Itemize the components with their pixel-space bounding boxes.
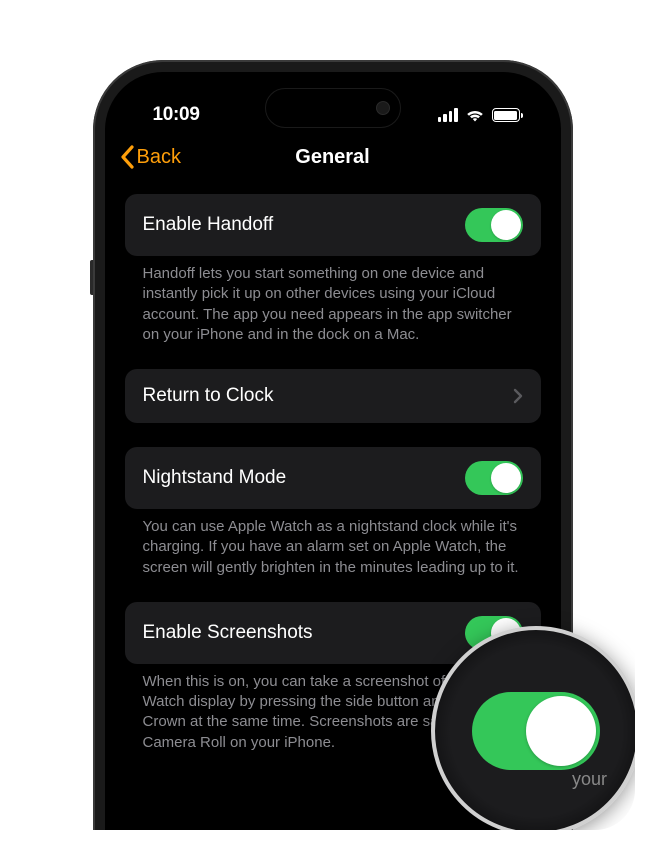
wifi-icon xyxy=(465,108,485,122)
cell-label: Enable Handoff xyxy=(143,214,274,236)
nightstand-toggle[interactable] xyxy=(465,461,523,495)
magnified-toggle-icon xyxy=(472,692,600,770)
front-camera-icon xyxy=(376,101,390,115)
cell-label: Nightstand Mode xyxy=(143,467,287,489)
status-icons xyxy=(438,108,523,122)
status-time: 10:09 xyxy=(153,104,200,126)
nav-bar: Back General xyxy=(105,136,561,184)
handoff-footer: Handoff lets you start something on one … xyxy=(125,256,541,369)
back-button[interactable]: Back xyxy=(119,145,181,169)
cellular-signal-icon xyxy=(438,108,458,122)
handoff-toggle[interactable] xyxy=(465,208,523,242)
nightstand-mode-cell[interactable]: Nightstand Mode xyxy=(125,447,541,509)
cell-label: Return to Clock xyxy=(143,385,274,407)
dynamic-island xyxy=(265,88,401,128)
magnified-text-fragment: your xyxy=(572,769,607,790)
page-title: General xyxy=(295,146,369,169)
chevron-right-icon xyxy=(513,388,523,404)
return-clock-footer xyxy=(125,423,541,447)
enable-handoff-cell[interactable]: Enable Handoff xyxy=(125,194,541,256)
return-to-clock-cell[interactable]: Return to Clock xyxy=(125,369,541,423)
cell-label: Enable Screenshots xyxy=(143,622,313,644)
chevron-left-icon xyxy=(119,145,135,169)
battery-icon xyxy=(492,108,523,122)
screenshot-card: 10:09 xyxy=(30,30,635,830)
magnifier-callout: your xyxy=(431,626,635,830)
nightstand-footer: You can use Apple Watch as a nightstand … xyxy=(125,509,541,602)
back-label: Back xyxy=(137,146,181,169)
